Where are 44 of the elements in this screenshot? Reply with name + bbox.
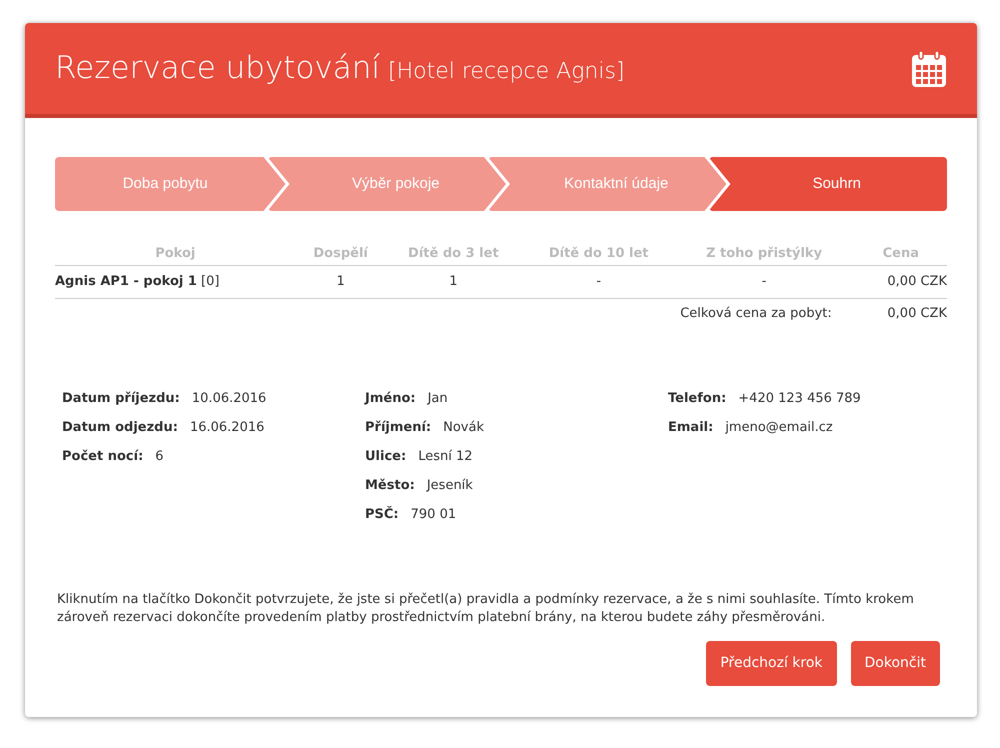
previous-step-button[interactable]: Předchozí krok bbox=[706, 641, 837, 686]
field-label: Email: bbox=[668, 418, 714, 437]
calendar-icon bbox=[911, 50, 947, 88]
field-label: Příjmení: bbox=[365, 418, 432, 437]
field-label: Telefon: bbox=[668, 390, 726, 408]
field-value: 790 01 bbox=[410, 506, 456, 524]
field-label: PSČ: bbox=[365, 505, 399, 524]
column-header: Cena bbox=[882, 246, 919, 261]
field-value: Lesní 12 bbox=[418, 448, 473, 466]
column-header: Pokoj bbox=[155, 246, 196, 261]
field-value: +420 123 456 789 bbox=[738, 390, 861, 408]
table-cell: 1 bbox=[296, 265, 386, 298]
field-value: 6 bbox=[155, 448, 164, 466]
field-label: Datum odjezdu: bbox=[62, 418, 178, 437]
confirmation-notice: Kliknutím na tlačítko Dokončit potvrzujete, že jste si přečetl(a) pravidla a podmínky rezervace, a že s nimi souhlasíte. Tímto krokem zároveň rezervaci dokončíte provedením platby prostřednictvím platební brány, na kterou budete záhy přesměrováni. bbox=[56, 591, 915, 627]
page-title: Rezervace ubytování bbox=[55, 49, 380, 88]
field-label: Počet nocí: bbox=[62, 448, 144, 466]
field-label: Ulice: bbox=[365, 448, 406, 466]
column-header: Dítě do 3 let bbox=[408, 246, 499, 261]
field-label: Datum příjezdu: bbox=[62, 390, 180, 408]
field-label: Město: bbox=[365, 476, 415, 495]
wizard-step[interactable]: Výběr pokoje bbox=[268, 157, 506, 211]
wizard-step[interactable]: Souhrn bbox=[708, 157, 947, 211]
field-value: Jeseník bbox=[426, 476, 473, 495]
field-value: Jan bbox=[428, 390, 448, 408]
column-header: Dítě do 10 let bbox=[548, 246, 649, 261]
field-label: Jméno: bbox=[365, 390, 416, 408]
field-value: 10.06.2016 bbox=[192, 390, 266, 408]
table-cell: 0,00 CZK bbox=[852, 265, 947, 298]
total-label: Celková cena za pobyt: bbox=[680, 306, 832, 321]
field-value: jmeno@email.cz bbox=[725, 418, 833, 437]
wizard-step[interactable]: Kontaktní údaje bbox=[488, 157, 726, 211]
table-cell: 1 bbox=[386, 265, 522, 298]
table-cell: - bbox=[521, 265, 676, 298]
room-cell: Agnis AP1 - pokoj 1 [0] bbox=[55, 265, 296, 298]
finish-button[interactable]: Dokončit bbox=[850, 641, 940, 686]
wizard-step[interactable]: Doba pobytu bbox=[55, 157, 286, 211]
column-header: Dospělí bbox=[313, 246, 368, 261]
total-value: 0,00 CZK bbox=[887, 306, 947, 321]
field-value: Novák bbox=[443, 418, 484, 437]
table-cell: - bbox=[676, 265, 852, 298]
column-header: Z toho přistýlky bbox=[706, 246, 822, 261]
page-subtitle: [Hotel recepce Agnis] bbox=[388, 58, 625, 86]
field-value: 16.06.2016 bbox=[190, 418, 264, 437]
